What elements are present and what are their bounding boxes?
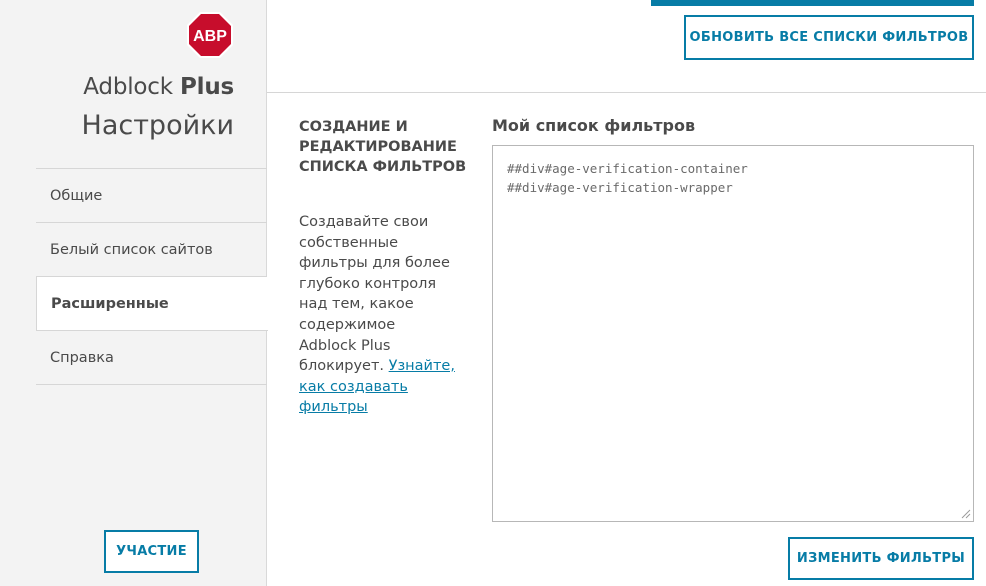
- abp-logo-text: ABP: [193, 28, 227, 45]
- edit-filters-button[interactable]: ИЗМЕНИТЬ ФИЛЬТРЫ: [788, 537, 974, 580]
- section-title: СОЗДАНИЕ И РЕДАКТИРОВАНИЕ СПИСКА ФИЛЬТРО…: [299, 119, 467, 175]
- top-accent-bar: [651, 0, 974, 6]
- resize-grip-icon[interactable]: [959, 507, 971, 519]
- sidebar-title: Настройки: [81, 110, 234, 141]
- header-divider: [267, 92, 986, 93]
- filter-line: ##div#age-verification-container: [507, 161, 748, 176]
- filter-line: ##div#age-verification-wrapper: [507, 180, 733, 195]
- sidebar-nav: Общие Белый список сайтов Расширенные Сп…: [36, 168, 268, 385]
- brand-bold: Plus: [179, 74, 234, 100]
- sidebar-item-advanced[interactable]: Расширенные: [36, 277, 268, 331]
- update-all-filter-lists-button[interactable]: ОБНОВИТЬ ВСЕ СПИСКИ ФИЛЬТРОВ: [684, 15, 974, 60]
- my-filter-list-label: Мой список фильтров: [492, 116, 696, 135]
- participate-button[interactable]: УЧАСТИЕ: [104, 530, 199, 573]
- section-description-text: Создавайте свои собственные фильтры для …: [299, 214, 450, 375]
- brand-name: Adblock Plus: [83, 74, 234, 100]
- section-description: Создавайте свои собственные фильтры для …: [299, 212, 457, 418]
- settings-page: ABP Adblock Plus Настройки Общие Белый с…: [0, 0, 986, 586]
- sidebar: ABP Adblock Plus Настройки Общие Белый с…: [0, 0, 268, 586]
- sidebar-item-whitelist[interactable]: Белый список сайтов: [36, 223, 267, 277]
- sidebar-item-general[interactable]: Общие: [36, 169, 267, 223]
- sidebar-item-help[interactable]: Справка: [36, 331, 267, 385]
- abp-logo-icon: ABP: [187, 12, 233, 58]
- brand-regular: Adblock: [83, 74, 173, 100]
- filter-list-textarea[interactable]: ##div#age-verification-container ##div#a…: [492, 145, 974, 522]
